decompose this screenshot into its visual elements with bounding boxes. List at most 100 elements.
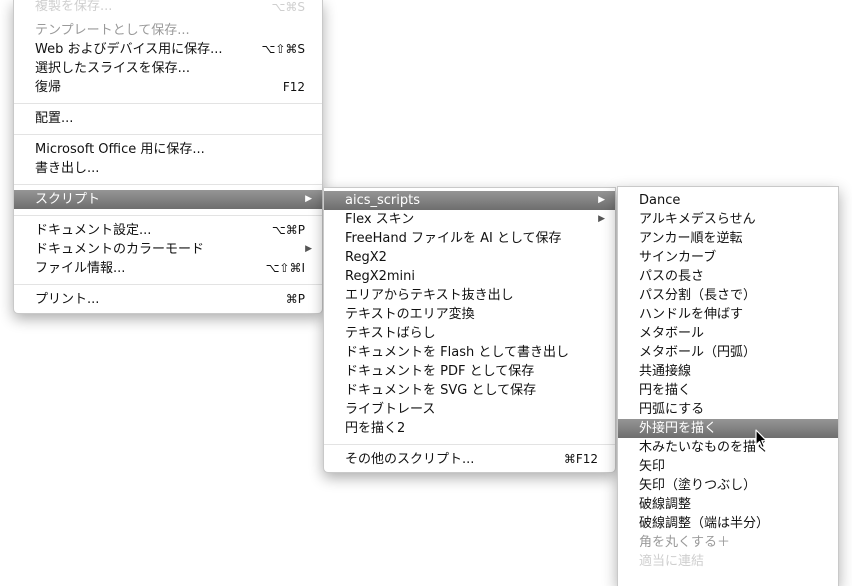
menu-item-shortcut: ⌘F12 (563, 452, 598, 466)
menu-item-shortcut: ⌘P (285, 292, 305, 306)
menu-item-sine-curve[interactable]: サインカーブ (618, 248, 838, 267)
menu-item-extract-text[interactable]: エリアからテキスト抜き出し (324, 286, 615, 305)
menu-item-path-length[interactable]: パスの長さ (618, 267, 838, 286)
menu-item-dance[interactable]: Dance (618, 191, 838, 210)
submenu-arrow-icon: ▶ (598, 195, 605, 205)
aics-scripts-submenu: Dance アルキメデスらせん アンカー順を逆転 サインカーブ パスの長さ パス… (617, 186, 839, 586)
menu-item-label: 配置... (35, 111, 74, 126)
menu-item-revert[interactable]: 復帰 F12 (14, 78, 322, 97)
menu-item-label: RegX2mini (345, 269, 416, 284)
menu-item-label: パスの長さ (639, 269, 705, 284)
menu-item-aics-scripts[interactable]: aics_scripts ▶ (324, 191, 615, 210)
menu-item-label: 円を描く2 (345, 421, 406, 436)
menu-separator (14, 184, 322, 185)
menu-item-label: 矢印（塗りつぶし） (639, 478, 757, 493)
menu-item-export-flash[interactable]: ドキュメントを Flash として書き出し (324, 343, 615, 362)
menu-item-label: 共通接線 (639, 364, 692, 379)
menu-item-label: 円弧にする (639, 402, 705, 417)
menu-item-label: ドキュメント設定... (35, 223, 152, 238)
menu-item-label: エリアからテキスト抜き出し (345, 288, 514, 303)
menu-item-dash-adjust-half[interactable]: 破線調整（端は半分） (618, 514, 838, 533)
menu-item-other-scripts[interactable]: その他のスクリプト... ⌘F12 (324, 450, 615, 469)
menu-item-draw-circle[interactable]: 円を描く (618, 381, 838, 400)
menu-item-common-tangent[interactable]: 共通接線 (618, 362, 838, 381)
menu-item-label: 円を描く (639, 383, 692, 398)
menu-item-reverse-anchors[interactable]: アンカー順を逆転 (618, 229, 838, 248)
menu-item-document-setup[interactable]: ドキュメント設定... ⌥⌘P (14, 221, 322, 240)
menu-item-extend-handles[interactable]: ハンドルを伸ばす (618, 305, 838, 324)
menu-item-label: メタボール (639, 326, 705, 341)
menu-item-document-color-mode[interactable]: ドキュメントのカラーモード ▶ (14, 240, 322, 259)
menu-item-label: ドキュメントを PDF として保存 (345, 364, 535, 379)
menu-item-path-split[interactable]: パス分割（長さで） (618, 286, 838, 305)
menu-item-file-info[interactable]: ファイル情報... ⌥⇧⌘I (14, 259, 322, 278)
menu-item-draw-circle-2[interactable]: 円を描く2 (324, 419, 615, 438)
menu-item-label: 復帰 (35, 80, 62, 95)
menu-item-freehand-to-ai[interactable]: FreeHand ファイルを AI として保存 (324, 229, 615, 248)
menu-item-label: FreeHand ファイルを AI として保存 (345, 231, 562, 246)
menu-item-split-text[interactable]: テキストばらし (324, 324, 615, 343)
scripts-submenu: aics_scripts ▶ Flex スキン ▶ FreeHand ファイルを… (323, 187, 616, 473)
menu-item-save-copy[interactable]: 複製を保存... ⌥⌘S (14, 0, 322, 14)
menu-item-label: プリント... (35, 292, 100, 307)
menu-item-flex-skin[interactable]: Flex スキン ▶ (324, 210, 615, 229)
menu-item-label: 矢印 (639, 459, 666, 474)
menu-item-label: アルキメデスらせん (639, 212, 756, 227)
menu-item-label: ドキュメントを Flash として書き出し (345, 345, 569, 360)
menu-item-arrow-filled[interactable]: 矢印（塗りつぶし） (618, 476, 838, 495)
submenu-arrow-icon: ▶ (305, 194, 312, 204)
menu-item-label: 外接円を描く (639, 421, 718, 436)
menu-item-save-svg[interactable]: ドキュメントを SVG として保存 (324, 381, 615, 400)
menu-item-dash-adjust[interactable]: 破線調整 (618, 495, 838, 514)
menu-item-label: 適当に連結 (639, 554, 705, 569)
menu-item-metaball-arc[interactable]: メタボール（円弧） (618, 343, 838, 362)
file-menu: 複製を保存... ⌥⌘S テンプレートとして保存... Web およびデバイス用… (13, 0, 323, 314)
submenu-arrow-icon: ▶ (305, 244, 312, 254)
menu-item-save-selected-slices[interactable]: 選択したスライスを保存... (14, 59, 322, 78)
menu-item-shortcut: ⌥⌘S (271, 0, 305, 14)
menu-item-round-corners[interactable]: 角を丸くする＋ (618, 533, 838, 552)
menu-item-place[interactable]: 配置... (14, 109, 322, 128)
menu-item-label: サインカーブ (639, 250, 717, 265)
menu-item-save-pdf[interactable]: ドキュメントを PDF として保存 (324, 362, 615, 381)
menu-item-label: アンカー順を逆転 (639, 231, 743, 246)
menu-item-make-arc[interactable]: 円弧にする (618, 400, 838, 419)
menu-item-label: Flex スキン (345, 212, 415, 227)
menu-item-label: ハンドルを伸ばす (639, 307, 744, 322)
menu-item-draw-tree[interactable]: 木みたいなものを描く (618, 438, 838, 457)
menu-item-label: テンプレートとして保存... (35, 23, 190, 38)
menu-item-shortcut: F12 (282, 80, 305, 94)
menu-item-label: Microsoft Office 用に保存... (35, 142, 205, 157)
menu-item-text-area-convert[interactable]: テキストのエリア変換 (324, 305, 615, 324)
mouse-pointer-icon (755, 429, 768, 449)
menu-item-label: 複製を保存... (35, 0, 113, 14)
menu-item-label: aics_scripts (345, 193, 420, 208)
menu-item-label: Dance (639, 193, 681, 208)
menu-item-metaball[interactable]: メタボール (618, 324, 838, 343)
menu-item-save-for-web[interactable]: Web およびデバイス用に保存... ⌥⇧⌘S (14, 40, 322, 59)
menu-item-connect-randomly[interactable]: 適当に連結 (618, 552, 838, 571)
menu-item-label: 破線調整 (639, 497, 692, 512)
menu-item-label: RegX2 (345, 250, 387, 265)
menu-item-label: Web およびデバイス用に保存... (35, 42, 223, 57)
menu-item-print[interactable]: プリント... ⌘P (14, 290, 322, 309)
menu-item-label: ファイル情報... (35, 261, 126, 276)
menu-item-label: 選択したスライスを保存... (35, 61, 191, 76)
menu-item-arrow[interactable]: 矢印 (618, 457, 838, 476)
menu-item-scripts[interactable]: スクリプト ▶ (14, 190, 322, 209)
menu-item-live-trace[interactable]: ライブトレース (324, 400, 615, 419)
menu-separator (14, 284, 322, 285)
menu-separator (14, 103, 322, 104)
menu-item-regx2mini[interactable]: RegX2mini (324, 267, 615, 286)
menu-item-regx2[interactable]: RegX2 (324, 248, 615, 267)
menu-item-draw-circumcircle[interactable]: 外接円を描く (618, 419, 838, 438)
menu-separator (14, 215, 322, 216)
menu-item-save-for-office[interactable]: Microsoft Office 用に保存... (14, 140, 322, 159)
menu-item-export[interactable]: 書き出し... (14, 159, 322, 178)
menu-item-shortcut: ⌥⌘P (271, 223, 305, 237)
menu-item-label: 木みたいなものを描く (639, 440, 770, 455)
menu-item-label: メタボール（円弧） (639, 345, 757, 360)
submenu-arrow-icon: ▶ (598, 214, 605, 224)
menu-item-archimedes-spiral[interactable]: アルキメデスらせん (618, 210, 838, 229)
menu-item-save-as-template[interactable]: テンプレートとして保存... (14, 21, 322, 40)
